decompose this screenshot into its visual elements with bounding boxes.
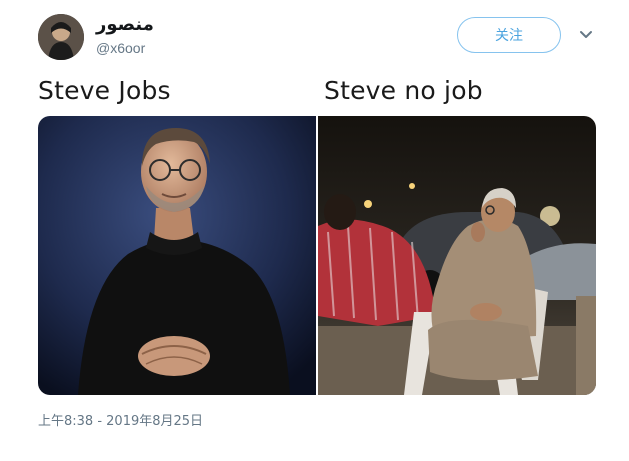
follow-button[interactable]: 关注 — [457, 17, 561, 53]
caption-left: Steve Jobs — [38, 76, 171, 105]
author-handle[interactable]: @x6oor — [96, 40, 145, 56]
tweet-photo-right[interactable] — [318, 116, 596, 395]
avatar-photo — [38, 14, 84, 60]
tweet-timestamp[interactable]: 上午8:38 - 2019年8月25日 — [38, 410, 203, 429]
follow-button-label: 关注 — [495, 28, 523, 44]
caption-right: Steve no job — [324, 76, 483, 105]
tweet-photo-left[interactable] — [38, 116, 316, 395]
avatar[interactable] — [38, 14, 84, 60]
author-display-name[interactable]: منصور — [96, 14, 154, 35]
chevron-down-icon[interactable] — [576, 25, 596, 45]
